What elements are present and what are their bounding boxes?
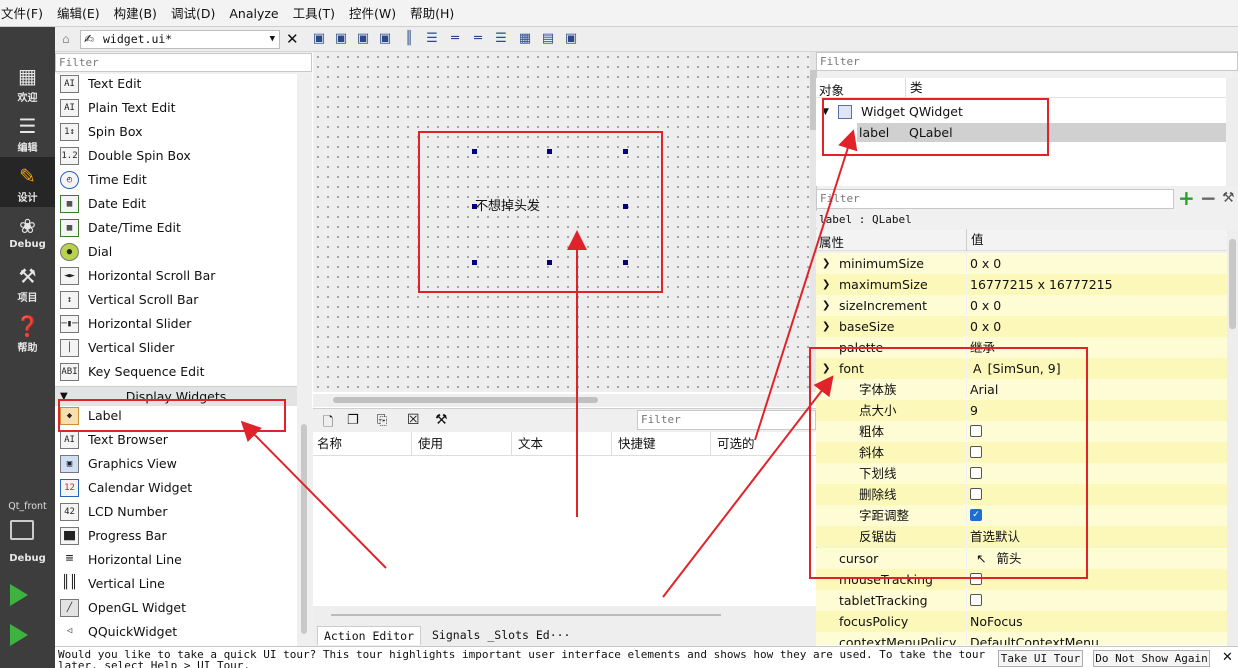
tour-message: Would you like to take a quick UI tour? …: [58, 648, 986, 668]
annotation-arrow: [662, 375, 834, 598]
annotation-arrows: [240, 129, 858, 598]
close-icon[interactable]: ✕: [1222, 650, 1233, 666]
do-not-show-again-button[interactable]: Do Not Show Again: [1093, 650, 1210, 667]
take-ui-tour-button[interactable]: Take UI Tour: [998, 650, 1083, 667]
annotation-arrow: [754, 129, 858, 441]
annotation-arrow: [240, 420, 387, 569]
